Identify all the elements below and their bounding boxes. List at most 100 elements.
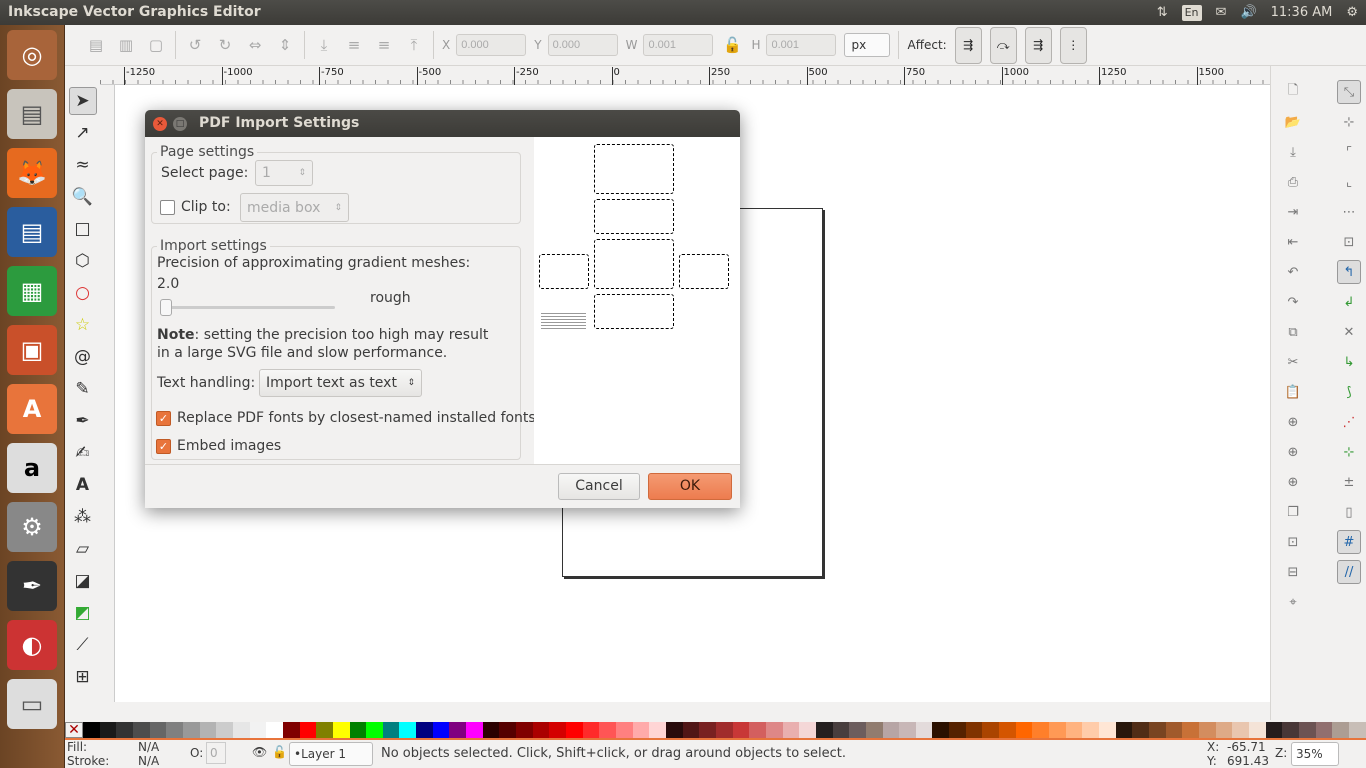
ok-button[interactable]: OK bbox=[648, 473, 732, 500]
color-swatch[interactable] bbox=[649, 722, 666, 738]
mail-icon[interactable]: ✉ bbox=[1216, 0, 1227, 25]
color-swatch[interactable] bbox=[899, 722, 916, 738]
color-swatch[interactable] bbox=[249, 722, 267, 738]
replace-fonts-checkbox[interactable]: ✓ bbox=[156, 411, 171, 426]
writer-icon[interactable]: ▤ bbox=[7, 207, 57, 257]
snap-bbox-centers-icon[interactable]: ⊡ bbox=[1337, 230, 1361, 254]
embed-images-checkbox[interactable]: ✓ bbox=[156, 439, 171, 454]
color-swatch[interactable] bbox=[299, 722, 317, 738]
undo-icon[interactable]: ↶ bbox=[1281, 260, 1305, 284]
color-swatch[interactable] bbox=[149, 722, 167, 738]
color-swatch[interactable] bbox=[83, 722, 100, 738]
color-swatch[interactable] bbox=[849, 722, 866, 738]
color-swatch[interactable] bbox=[832, 722, 850, 738]
ellipse-tool-icon[interactable]: ○ bbox=[69, 279, 97, 307]
color-swatch[interactable] bbox=[99, 722, 117, 738]
color-swatch[interactable] bbox=[965, 722, 983, 738]
precision-slider-track[interactable] bbox=[160, 299, 335, 316]
open-icon[interactable]: 📂 bbox=[1281, 110, 1305, 134]
zoom-selection-icon[interactable]: ⊕ bbox=[1281, 410, 1305, 434]
zoom-drawing-icon[interactable]: ⊕ bbox=[1281, 440, 1305, 464]
affect-patterns-button[interactable]: ⋮ bbox=[1059, 26, 1087, 64]
color-swatch[interactable] bbox=[799, 722, 816, 738]
select-all-icon[interactable]: ▤ bbox=[85, 34, 107, 56]
snap-centers-icon[interactable]: ⊹ bbox=[1337, 440, 1361, 464]
duplicate-icon[interactable]: ❐ bbox=[1281, 500, 1305, 524]
clip-to-select[interactable]: media box ⇕ bbox=[240, 193, 349, 222]
y-input[interactable] bbox=[547, 34, 618, 56]
color-swatch[interactable] bbox=[1198, 722, 1216, 738]
color-swatch[interactable] bbox=[1348, 722, 1366, 738]
node-tool-icon[interactable]: ↗ bbox=[69, 119, 97, 147]
snap-bbox-icon[interactable]: ⊹ bbox=[1337, 110, 1361, 134]
connector-tool-icon[interactable]: ⊞ bbox=[69, 663, 97, 691]
color-swatch[interactable] bbox=[699, 722, 716, 738]
software-center-icon[interactable]: A bbox=[7, 384, 57, 434]
color-swatch[interactable] bbox=[599, 722, 616, 738]
color-swatch[interactable] bbox=[316, 722, 333, 738]
color-swatch[interactable] bbox=[382, 722, 400, 738]
color-swatch[interactable] bbox=[1182, 722, 1199, 738]
select-page-spinner[interactable]: 1 ⇕ bbox=[255, 160, 313, 186]
color-swatch[interactable] bbox=[1315, 722, 1333, 738]
text-handling-select[interactable]: Import text as text ⇕ bbox=[259, 369, 422, 397]
dialog-titlebar[interactable]: ✕ □ PDF Import Settings bbox=[145, 110, 740, 137]
color-swatch[interactable] bbox=[449, 722, 467, 738]
layer-select[interactable]: •Layer 1 bbox=[289, 742, 373, 766]
layer-lock-icon[interactable]: 🔓 bbox=[272, 745, 287, 759]
redo-icon[interactable]: ↷ bbox=[1281, 290, 1305, 314]
paint-bucket-tool-icon[interactable]: ◪ bbox=[69, 567, 97, 595]
pen-tool-icon[interactable]: ✒ bbox=[69, 407, 97, 435]
gear-icon[interactable]: ⚙ bbox=[1346, 0, 1358, 25]
color-swatch[interactable] bbox=[132, 722, 150, 738]
color-swatch[interactable] bbox=[882, 722, 900, 738]
color-swatch[interactable] bbox=[199, 722, 217, 738]
color-swatch[interactable] bbox=[216, 722, 233, 738]
color-swatch[interactable] bbox=[999, 722, 1016, 738]
color-swatch[interactable] bbox=[982, 722, 1000, 738]
color-swatch[interactable] bbox=[516, 722, 533, 738]
color-swatch[interactable] bbox=[1265, 722, 1283, 738]
inkscape-icon[interactable]: ✒ bbox=[7, 561, 57, 611]
maximize-icon[interactable]: □ bbox=[173, 117, 187, 131]
copy-icon[interactable]: ⧉ bbox=[1281, 320, 1305, 344]
3d-box-tool-icon[interactable]: ⬡ bbox=[69, 247, 97, 275]
color-swatch[interactable] bbox=[665, 722, 683, 738]
pencil-tool-icon[interactable]: ✎ bbox=[69, 375, 97, 403]
color-swatch[interactable] bbox=[332, 722, 350, 738]
import-icon[interactable]: ⇥ bbox=[1281, 200, 1305, 224]
rectangle-tool-icon[interactable]: □ bbox=[69, 215, 97, 243]
lower-icon[interactable]: ≡ bbox=[343, 34, 365, 56]
paste-icon[interactable]: 📋 bbox=[1281, 380, 1305, 404]
color-swatch[interactable] bbox=[616, 722, 633, 738]
color-swatch[interactable] bbox=[632, 722, 650, 738]
impress-icon[interactable]: ▣ bbox=[7, 325, 57, 375]
xml-editor-icon[interactable]: ⌖ bbox=[1281, 590, 1305, 614]
color-swatch[interactable] bbox=[182, 722, 200, 738]
new-document-icon[interactable]: 🗋 bbox=[1281, 80, 1305, 104]
color-swatch[interactable] bbox=[1065, 722, 1083, 738]
snap-bbox-corners-icon[interactable]: ⌞ bbox=[1337, 170, 1361, 194]
horizontal-scrollbar[interactable] bbox=[115, 702, 1270, 720]
network-icon[interactable]: ⇅ bbox=[1157, 0, 1168, 25]
color-swatch[interactable] bbox=[1099, 722, 1116, 738]
keyboard-layout[interactable]: En bbox=[1181, 4, 1202, 21]
color-swatch[interactable] bbox=[266, 722, 283, 738]
stroke-value[interactable]: N/A bbox=[138, 754, 159, 768]
color-swatch[interactable] bbox=[166, 722, 183, 738]
zoom-page-icon[interactable]: ⊕ bbox=[1281, 470, 1305, 494]
w-input[interactable] bbox=[643, 34, 714, 56]
amazon-icon[interactable]: a bbox=[7, 443, 57, 493]
color-swatch[interactable] bbox=[232, 722, 250, 738]
color-swatch[interactable] bbox=[532, 722, 550, 738]
color-swatch[interactable] bbox=[416, 722, 433, 738]
clock[interactable]: 11:36 AM bbox=[1271, 0, 1333, 25]
color-swatch[interactable] bbox=[1332, 722, 1349, 738]
vertical-ruler[interactable] bbox=[100, 85, 115, 702]
color-swatch[interactable] bbox=[1015, 722, 1033, 738]
app-icon[interactable]: ◐ bbox=[7, 620, 57, 670]
h-input[interactable] bbox=[766, 34, 837, 56]
color-swatch[interactable] bbox=[765, 722, 783, 738]
unit-select[interactable]: px bbox=[844, 33, 891, 57]
print-icon[interactable]: ⎙ bbox=[1281, 170, 1305, 194]
